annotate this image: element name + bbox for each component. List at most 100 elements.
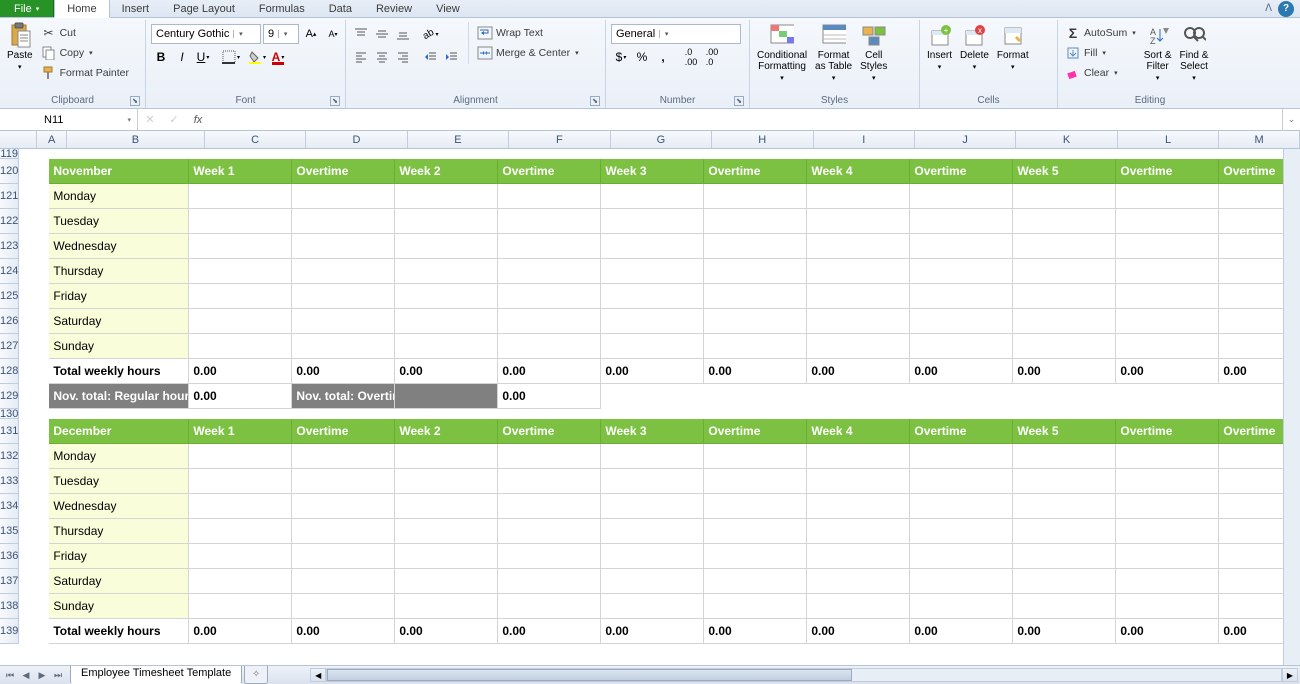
cell[interactable] bbox=[292, 594, 395, 619]
cell[interactable]: 0.00 bbox=[807, 619, 910, 644]
cell[interactable] bbox=[910, 544, 1013, 569]
cell[interactable] bbox=[19, 569, 49, 594]
format-cells-button[interactable]: Format▾ bbox=[993, 22, 1033, 73]
row-header[interactable]: 138 bbox=[0, 594, 19, 619]
underline-button[interactable]: U▾ bbox=[193, 47, 213, 67]
row-header[interactable]: 134 bbox=[0, 494, 19, 519]
col-header[interactable]: E bbox=[408, 131, 509, 148]
percent-format-button[interactable]: % bbox=[632, 47, 652, 67]
decrease-decimal-button[interactable]: .00.0 bbox=[702, 47, 722, 67]
cell[interactable] bbox=[1013, 234, 1116, 259]
scroll-left-button[interactable]: ◀ bbox=[310, 668, 326, 682]
cell[interactable] bbox=[1013, 259, 1116, 284]
cell[interactable] bbox=[395, 594, 498, 619]
cell[interactable] bbox=[910, 149, 1013, 159]
cell[interactable] bbox=[807, 149, 910, 159]
decrease-indent-button[interactable] bbox=[421, 47, 441, 67]
cell[interactable] bbox=[395, 184, 498, 209]
cell[interactable] bbox=[910, 494, 1013, 519]
cell[interactable] bbox=[807, 594, 910, 619]
expand-formula-bar[interactable]: ⌄ bbox=[1282, 109, 1300, 130]
cell[interactable] bbox=[1013, 594, 1116, 619]
help-icon[interactable]: ? bbox=[1278, 1, 1294, 17]
cell[interactable] bbox=[704, 409, 807, 419]
cell[interactable] bbox=[807, 334, 910, 359]
cell[interactable]: Monday bbox=[49, 444, 189, 469]
cell[interactable] bbox=[189, 494, 292, 519]
cell[interactable] bbox=[395, 309, 498, 334]
cell[interactable] bbox=[49, 409, 189, 419]
cell[interactable] bbox=[1013, 494, 1116, 519]
cell[interactable] bbox=[601, 284, 704, 309]
cell[interactable]: Overtime bbox=[498, 159, 601, 184]
cell[interactable]: 0.00 bbox=[292, 619, 395, 644]
cell[interactable] bbox=[704, 149, 807, 159]
cell[interactable]: Overtime bbox=[704, 419, 807, 444]
cell[interactable]: 0.00 bbox=[395, 619, 498, 644]
cell[interactable] bbox=[601, 234, 704, 259]
cell[interactable] bbox=[910, 209, 1013, 234]
cell[interactable] bbox=[910, 569, 1013, 594]
row-header[interactable]: 124 bbox=[0, 259, 19, 284]
cell[interactable] bbox=[704, 519, 807, 544]
next-sheet-button[interactable]: ▶ bbox=[34, 667, 50, 683]
cell[interactable] bbox=[189, 519, 292, 544]
cell[interactable] bbox=[1013, 184, 1116, 209]
sheet-tab[interactable]: Employee Timesheet Template bbox=[70, 666, 242, 684]
cell[interactable]: Thursday bbox=[49, 259, 189, 284]
enter-formula-icon[interactable]: ✓ bbox=[162, 113, 186, 126]
cell[interactable]: 0.00 bbox=[704, 359, 807, 384]
cut-button[interactable]: ✂Cut bbox=[39, 24, 131, 42]
row-header[interactable]: 121 bbox=[0, 184, 19, 209]
paste-button[interactable]: Paste ▾ bbox=[3, 22, 37, 73]
cell[interactable] bbox=[1013, 444, 1116, 469]
cell[interactable]: 0.00 bbox=[704, 619, 807, 644]
cell[interactable] bbox=[704, 384, 807, 409]
cell[interactable] bbox=[807, 544, 910, 569]
cell[interactable] bbox=[807, 284, 910, 309]
fx-icon[interactable]: fx bbox=[186, 114, 210, 126]
format-painter-button[interactable]: Format Painter bbox=[39, 64, 131, 82]
row-header[interactable]: 130 bbox=[0, 409, 19, 419]
wrap-text-button[interactable]: Wrap Text bbox=[475, 24, 581, 42]
cell[interactable] bbox=[704, 569, 807, 594]
cell[interactable] bbox=[395, 334, 498, 359]
cell[interactable] bbox=[601, 184, 704, 209]
cell[interactable]: 0.00 bbox=[189, 359, 292, 384]
sort-filter-button[interactable]: AZSort & Filter▾ bbox=[1140, 22, 1176, 84]
cell[interactable] bbox=[498, 569, 601, 594]
cell[interactable]: 0.00 bbox=[910, 619, 1013, 644]
cell[interactable] bbox=[601, 209, 704, 234]
tab-insert[interactable]: Insert bbox=[110, 0, 162, 17]
cell[interactable] bbox=[601, 494, 704, 519]
cell[interactable] bbox=[704, 444, 807, 469]
scroll-right-button[interactable]: ▶ bbox=[1282, 668, 1298, 682]
cell[interactable]: Overtime bbox=[1116, 159, 1219, 184]
cell[interactable] bbox=[910, 259, 1013, 284]
cell[interactable] bbox=[292, 444, 395, 469]
cell[interactable]: Week 1 bbox=[189, 419, 292, 444]
alignment-launcher[interactable]: ⬊ bbox=[590, 96, 600, 106]
cell[interactable] bbox=[910, 284, 1013, 309]
row-header[interactable]: 133 bbox=[0, 469, 19, 494]
col-header[interactable]: F bbox=[509, 131, 610, 148]
row-header[interactable]: 120 bbox=[0, 159, 19, 184]
cell[interactable]: 0.00 bbox=[498, 359, 601, 384]
cell[interactable] bbox=[19, 234, 49, 259]
cell[interactable] bbox=[1116, 234, 1219, 259]
cell[interactable] bbox=[19, 409, 49, 419]
insert-cells-button[interactable]: +Insert▾ bbox=[923, 22, 956, 73]
prev-sheet-button[interactable]: ◀ bbox=[18, 667, 34, 683]
cell[interactable] bbox=[498, 234, 601, 259]
cell[interactable]: Tuesday bbox=[49, 209, 189, 234]
cell[interactable] bbox=[498, 444, 601, 469]
cell[interactable] bbox=[601, 569, 704, 594]
cell[interactable] bbox=[807, 259, 910, 284]
cell[interactable] bbox=[1116, 309, 1219, 334]
cell[interactable] bbox=[292, 284, 395, 309]
cell[interactable] bbox=[189, 569, 292, 594]
align-right-button[interactable] bbox=[393, 47, 413, 67]
cell[interactable] bbox=[704, 209, 807, 234]
cell[interactable] bbox=[807, 384, 910, 409]
cell[interactable] bbox=[49, 149, 189, 159]
